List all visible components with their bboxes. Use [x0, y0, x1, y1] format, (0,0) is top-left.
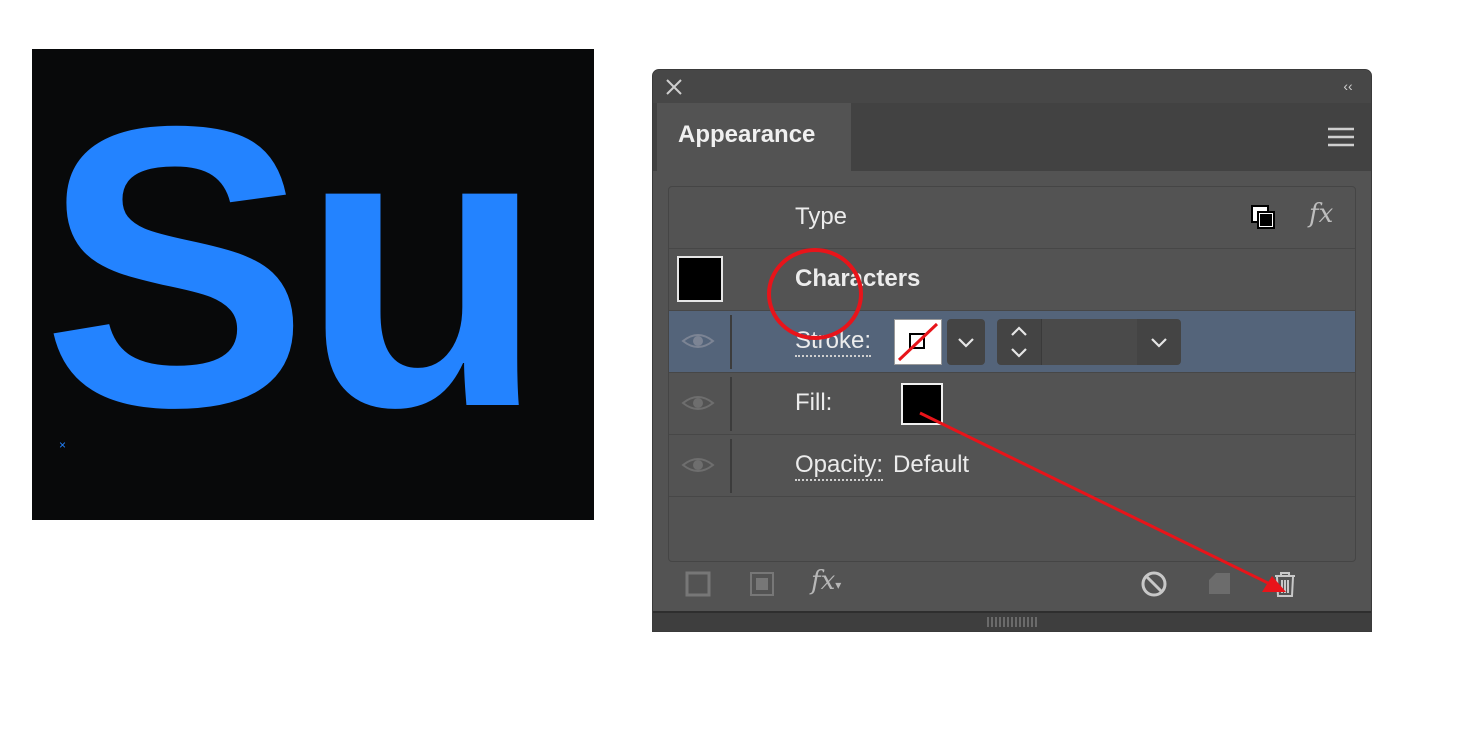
trash-icon[interactable] [1269, 568, 1301, 600]
stroke-weight-dropdown[interactable] [1137, 319, 1181, 365]
type-label: Type [795, 203, 848, 230]
eye-icon[interactable] [681, 453, 715, 477]
row-separator [730, 315, 732, 369]
appearance-attribute-list: Type fx Characters Stroke: Fill: Opacity… [668, 186, 1356, 562]
clear-appearance-icon[interactable] [1138, 568, 1170, 600]
stroke-label[interactable]: Stroke: [795, 327, 872, 357]
panel-resize-footer [653, 611, 1371, 631]
stroke-weight-stepper[interactable] [997, 319, 1041, 365]
type-row[interactable]: Type fx [669, 187, 1355, 249]
stroke-color-swatch[interactable] [894, 319, 942, 365]
fx-icon[interactable]: fx [1309, 199, 1333, 229]
characters-thumbnail [677, 256, 723, 302]
add-new-effect-icon[interactable]: fx▾ [811, 566, 841, 596]
opacity-row[interactable]: Opacity: Default [669, 435, 1355, 497]
duplicate-item-icon[interactable] [1204, 568, 1236, 600]
eye-icon[interactable] [681, 329, 715, 353]
chevron-down-icon [1151, 338, 1167, 348]
fill-label: Fill: [795, 389, 833, 416]
no-stroke-icon [897, 322, 939, 362]
stroke-row[interactable]: Stroke: [669, 311, 1355, 373]
close-icon[interactable] [663, 76, 685, 98]
stroke-weight-input[interactable] [1041, 319, 1137, 365]
hamburger-menu-icon[interactable] [1327, 125, 1355, 149]
opacity-label[interactable]: Opacity: [795, 451, 884, 481]
row-separator [730, 439, 732, 493]
characters-label: Characters [795, 265, 921, 292]
panel-title-bar: ‹‹ [653, 70, 1371, 103]
add-new-stroke-icon[interactable] [682, 568, 714, 600]
add-new-effect-label: fx [811, 566, 836, 596]
fill-color-swatch[interactable] [901, 383, 943, 425]
artwork-canvas[interactable]: Su × [32, 49, 594, 520]
panel-bottom-toolbar: fx▾ [653, 566, 1371, 612]
stroke-label-text[interactable]: Stroke: [795, 327, 872, 357]
row-separator [730, 377, 732, 431]
eye-icon[interactable] [681, 391, 715, 415]
stroke-color-dropdown[interactable] [947, 319, 985, 365]
panel-tab-strip: Appearance [653, 103, 1371, 171]
opacity-value: Default [893, 451, 970, 478]
tab-appearance[interactable]: Appearance [657, 103, 851, 171]
tab-appearance-label: Appearance [678, 121, 816, 148]
artwork-text[interactable]: Su [42, 67, 545, 467]
anchor-point-marker: × [59, 438, 67, 452]
resize-grip[interactable] [987, 617, 1037, 627]
collapse-panel-icon[interactable]: ‹‹ [1339, 77, 1357, 95]
characters-row[interactable]: Characters [669, 249, 1355, 311]
chevron-down-icon [958, 338, 974, 348]
duplicate-icon[interactable] [1249, 203, 1277, 231]
appearance-panel: ‹‹ Appearance Type fx Characters Stroke:… [652, 69, 1372, 632]
fill-row[interactable]: Fill: [669, 373, 1355, 435]
stepper-arrows-icon [1011, 326, 1027, 358]
add-new-fill-icon[interactable] [746, 568, 778, 600]
opacity-label-group: Opacity: Default [795, 451, 970, 481]
